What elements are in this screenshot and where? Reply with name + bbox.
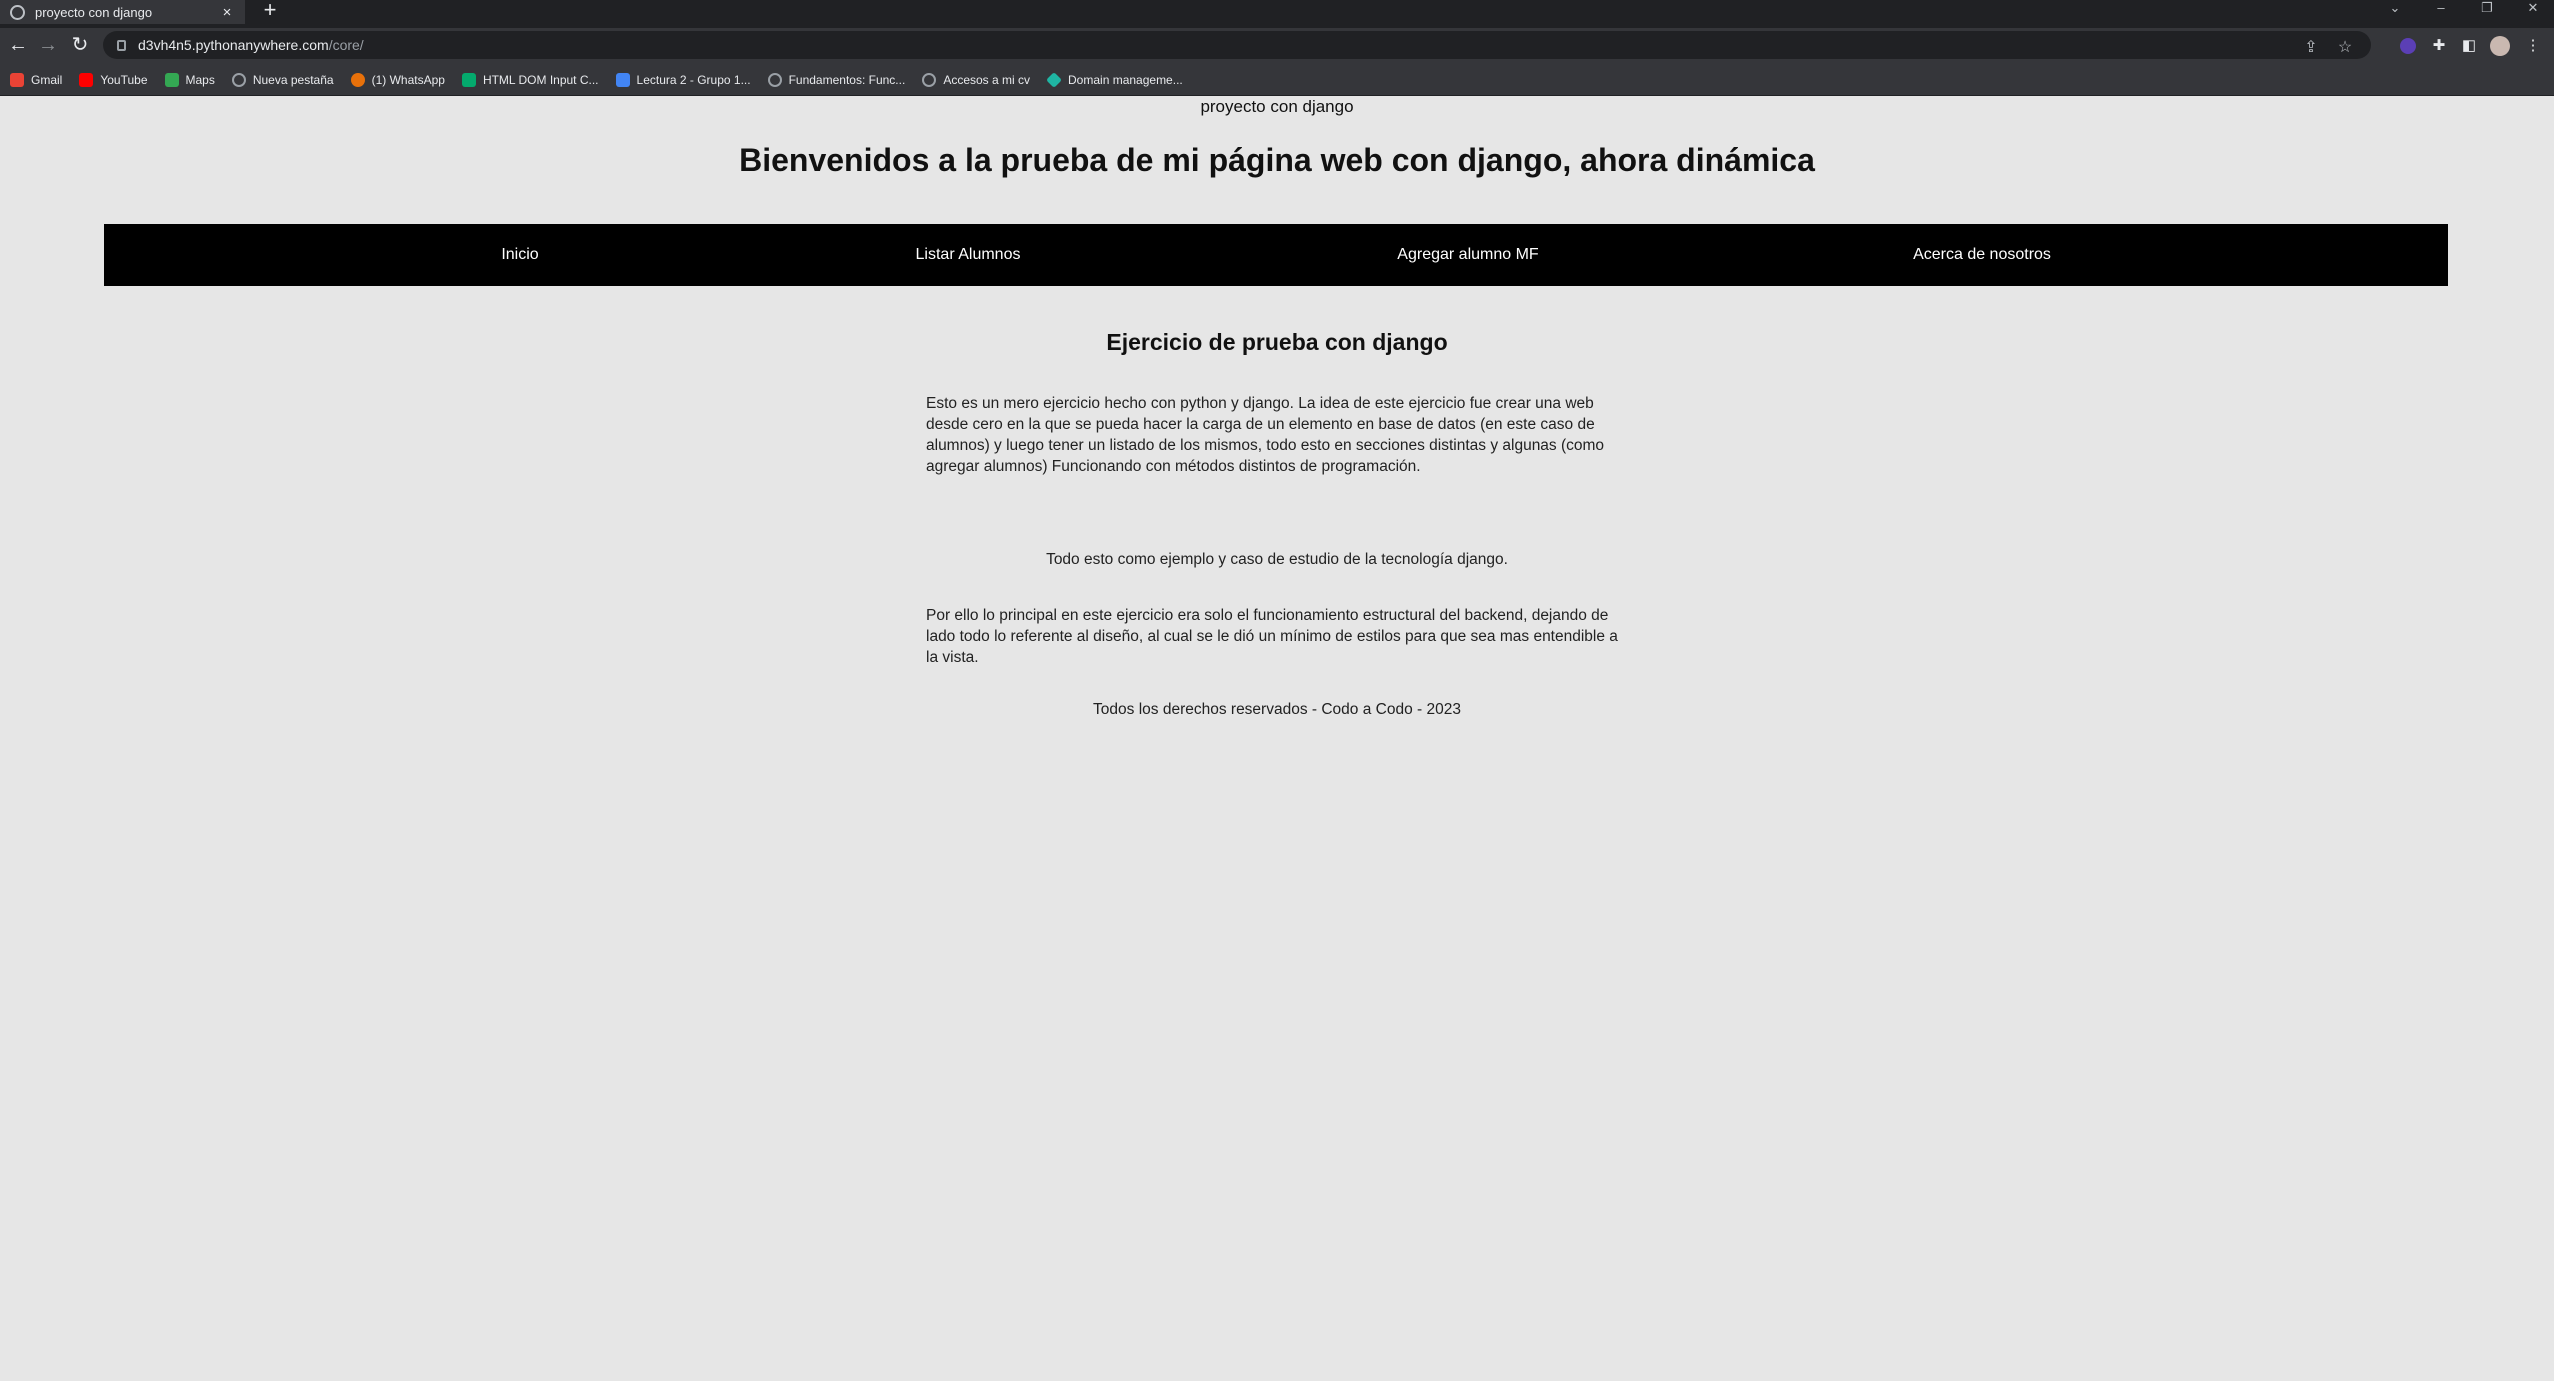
menu-kebab-icon[interactable]: ⋮ [2524,37,2542,55]
close-tab-icon[interactable]: × [219,4,235,21]
backend-paragraph: Por ello lo principal en este ejercicio … [926,607,1618,666]
footer-text: Todos los derechos reservados - Codo a C… [1093,701,1461,718]
back-icon[interactable]: ← [6,34,30,58]
bookmarks-bar: Gmail YouTube Maps Nueva pestaña (1) WhatsAp… [0,64,2554,96]
main-navbar: Inicio Listar Alumnos Agregar alumno MF … [104,224,2448,286]
docs-icon [615,72,630,87]
new-tab-button[interactable]: + [258,0,282,22]
bookmark-item[interactable]: Maps [164,72,215,87]
tab-search-icon[interactable]: ⌄ [2380,0,2410,18]
bookmark-item[interactable]: Lectura 2 - Grupo 1... [615,72,751,87]
extensions-puzzle-icon[interactable]: ✚ [2430,37,2448,55]
close-window-icon[interactable]: ✕ [2518,0,2548,18]
bookmark-label: Fundamentos: Func... [788,72,906,87]
bookmark-label: YouTube [100,72,148,87]
tab-title: proyecto con django [35,4,153,20]
restore-icon[interactable]: ❐ [2472,0,2502,18]
url-path: /core/ [328,37,364,53]
bookmark-item[interactable]: YouTube [79,72,148,87]
nav-link-inicio[interactable]: Inicio [501,224,538,286]
extension-badge-icon[interactable] [2400,38,2416,54]
domain-icon [1046,71,1062,88]
globe-icon [231,72,246,87]
bookmark-label: Lectura 2 - Grupo 1... [636,72,751,87]
minimize-icon[interactable]: – [2426,0,2456,18]
section-title: Ejercicio de prueba con django [1106,329,1448,355]
nav-link-listar-alumnos[interactable]: Listar Alumnos [916,224,1021,286]
web-page: proyecto con django Bienvenidos a la pru… [0,97,2554,1381]
bookmark-item[interactable]: Fundamentos: Func... [767,72,906,87]
bookmark-star-icon[interactable]: ☆ [2335,37,2355,57]
url-host: d3vh4n5.pythonanywhere.com [138,37,329,53]
globe-icon [767,72,782,87]
nav-link-agregar-alumno[interactable]: Agregar alumno MF [1397,224,1538,286]
reload-icon[interactable]: ↻ [68,34,92,58]
bookmark-item[interactable]: Nueva pestaña [231,72,334,87]
lock-icon[interactable] [117,39,126,51]
side-panel-icon[interactable]: ◧ [2460,37,2478,55]
bookmark-label: (1) WhatsApp [371,72,445,87]
forward-icon[interactable]: → [36,34,60,58]
bookmark-label: Accesos a mi cv [943,72,1031,87]
site-tagline: proyecto con django [1200,97,1354,116]
share-icon[interactable]: ⇪ [2301,37,2321,57]
browser-toolbar: ← → ↻ d3vh4n5.pythonanywhere.com /core/ … [0,28,2554,64]
globe-icon [10,4,25,20]
bookmark-item[interactable]: HTML DOM Input C... [461,72,599,87]
bookmark-label: Nueva pestaña [252,72,334,87]
gmail-icon [10,72,24,87]
bookmark-item[interactable]: Gmail [10,72,63,87]
bookmark-item[interactable]: Accesos a mi cv [922,72,1031,87]
maps-icon [164,72,179,87]
browser-tab[interactable]: proyecto con django × [0,0,245,24]
globe-icon [922,72,937,87]
whatsapp-icon [350,72,365,87]
bookmark-label: Gmail [31,72,63,87]
bookmark-label: Maps [185,72,215,87]
study-paragraph: Todo esto como ejemplo y caso de estudio… [1046,551,1508,568]
address-bar[interactable]: d3vh4n5.pythonanywhere.com /core/ ⇪ ☆ [103,31,2371,59]
bookmark-label: Domain manageme... [1068,72,1183,87]
profile-avatar[interactable] [2490,36,2510,56]
nav-link-acerca-de-nosotros[interactable]: Acerca de nosotros [1913,224,2051,286]
bookmark-item[interactable]: (1) WhatsApp [350,72,445,87]
page-title: Bienvenidos a la prueba de mi página web… [739,142,1815,178]
intro-paragraph: Esto es un mero ejercicio hecho con pyth… [926,395,1605,475]
tab-strip: proyecto con django × + ⌄ – ❐ ✕ [0,0,2554,28]
bookmark-label: HTML DOM Input C... [482,72,599,87]
w3schools-icon [461,72,476,87]
bookmark-item[interactable]: Domain manageme... [1046,71,1183,88]
youtube-icon [79,72,94,87]
